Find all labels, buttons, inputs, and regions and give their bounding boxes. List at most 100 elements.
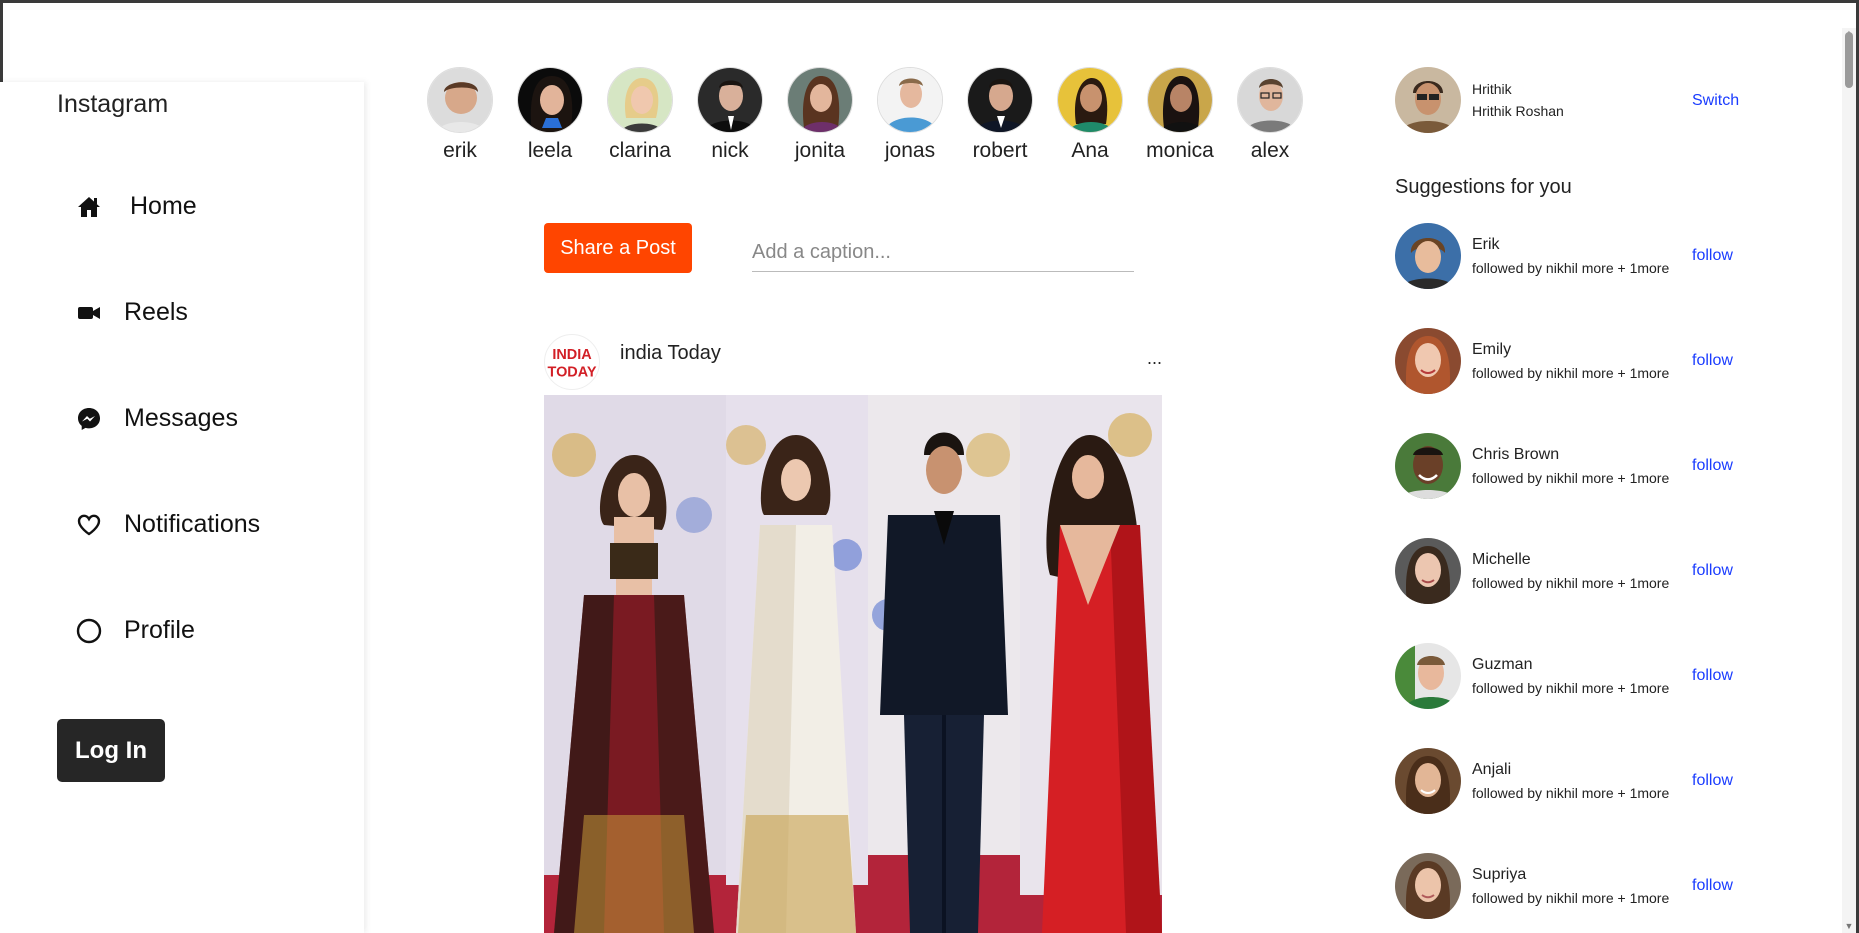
story-item[interactable]: Ana [1045, 67, 1135, 163]
follow-button[interactable]: follow [1692, 457, 1733, 475]
story-name: erik [443, 139, 477, 162]
avatar [1147, 67, 1213, 133]
follow-button[interactable]: follow [1692, 667, 1733, 685]
circle-icon [76, 618, 102, 644]
story-name: jonita [794, 139, 846, 162]
current-user: Hrithik Hrithik Roshan Switch [1395, 67, 1745, 133]
suggestion-item: Supriya followed by nikhil more + 1more … [1395, 853, 1745, 919]
current-username: Hrithik [1472, 81, 1512, 97]
avatar [427, 67, 493, 133]
suggestion-item: Emily followed by nikhil more + 1more fo… [1395, 328, 1745, 394]
avatar[interactable] [1395, 748, 1461, 814]
sidebar-item-reels[interactable]: Reels [76, 298, 188, 327]
current-fullname: Hrithik Roshan [1472, 103, 1564, 119]
avatar [967, 67, 1033, 133]
story-name: alex [1250, 139, 1290, 162]
sidebar-item-label: Profile [124, 616, 195, 644]
story-name: leela [527, 139, 573, 162]
story-item[interactable]: jonas [865, 67, 955, 163]
follow-button[interactable]: follow [1692, 352, 1733, 370]
suggestion-item: Guzman followed by nikhil more + 1more f… [1395, 643, 1745, 709]
brand-title: Instagram [57, 90, 169, 118]
share-post-button[interactable]: Share a Post [544, 223, 692, 273]
story-item[interactable]: monica [1135, 67, 1225, 163]
follow-button[interactable]: follow [1692, 877, 1733, 895]
avatar[interactable] [1395, 433, 1461, 499]
home-icon [76, 194, 102, 220]
login-button[interactable]: Log In [57, 719, 165, 782]
avatar [787, 67, 853, 133]
story-name: robert [972, 139, 1028, 162]
caption-input[interactable] [752, 234, 1134, 272]
story-item[interactable]: leela [505, 67, 595, 163]
sidebar-item-notifications[interactable]: Notifications [76, 510, 260, 539]
avatar [877, 67, 943, 133]
suggestion-name[interactable]: Supriya [1472, 866, 1526, 884]
avatar[interactable] [1395, 853, 1461, 919]
heart-icon [76, 512, 102, 538]
stories-bar: erik leela clarina nick jonita jonas rob… [415, 67, 1315, 163]
messenger-icon [76, 406, 102, 432]
suggestion-meta: followed by nikhil more + 1more [1472, 365, 1670, 381]
avatar [1057, 67, 1123, 133]
post-header: INDIA TODAY india Today ... [544, 334, 1162, 392]
suggestion-meta: followed by nikhil more + 1more [1472, 470, 1670, 486]
sidebar-item-profile[interactable]: Profile [76, 616, 195, 645]
suggestion-meta: followed by nikhil more + 1more [1472, 890, 1670, 906]
switch-account-link[interactable]: Switch [1692, 92, 1739, 110]
logo-text-line2: TODAY [548, 364, 597, 380]
story-name: monica [1146, 139, 1214, 162]
avatar [1237, 67, 1303, 133]
avatar[interactable] [1395, 328, 1461, 394]
story-item[interactable]: clarina [595, 67, 685, 163]
avatar[interactable] [1395, 643, 1461, 709]
post-image-panel [726, 395, 868, 933]
story-item[interactable]: alex [1225, 67, 1315, 163]
story-item[interactable]: erik [415, 67, 505, 163]
post-image-panel [868, 395, 1020, 933]
post-author[interactable]: india Today [620, 342, 721, 365]
suggestion-name[interactable]: Emily [1472, 341, 1511, 359]
sidebar-item-label: Messages [124, 404, 238, 432]
story-name: clarina [609, 139, 671, 162]
story-name: jonas [884, 139, 936, 162]
sidebar-item-label: Reels [124, 298, 188, 326]
video-camera-icon [76, 300, 102, 326]
suggestion-name[interactable]: Chris Brown [1472, 446, 1559, 464]
avatar[interactable] [1395, 223, 1461, 289]
suggestion-item: Chris Brown followed by nikhil more + 1m… [1395, 433, 1745, 499]
suggestion-meta: followed by nikhil more + 1more [1472, 260, 1670, 276]
story-item[interactable]: jonita [775, 67, 865, 163]
suggestion-name[interactable]: Michelle [1472, 551, 1531, 569]
vertical-scrollbar[interactable]: ▲ ▼ [1842, 28, 1856, 933]
post-image[interactable] [544, 395, 1162, 933]
post-image-panel [1020, 395, 1162, 933]
avatar[interactable] [1395, 67, 1461, 133]
sidebar-item-label: Home [130, 192, 197, 220]
sidebar-item-home[interactable]: Home [76, 192, 197, 221]
avatar [607, 67, 673, 133]
post-image-panel [544, 395, 726, 933]
follow-button[interactable]: follow [1692, 247, 1733, 265]
story-item[interactable]: nick [685, 67, 775, 163]
more-options-button[interactable]: ... [1147, 348, 1162, 369]
sidebar-item-messages[interactable]: Messages [76, 404, 238, 433]
avatar[interactable] [1395, 538, 1461, 604]
avatar [697, 67, 763, 133]
india-today-logo[interactable]: INDIA TODAY [544, 334, 600, 390]
scroll-down-arrow-icon[interactable]: ▼ [1842, 919, 1856, 933]
follow-button[interactable]: follow [1692, 772, 1733, 790]
sidebar-item-label: Notifications [124, 510, 261, 538]
scroll-thumb[interactable] [1845, 32, 1853, 88]
suggestion-meta: followed by nikhil more + 1more [1472, 680, 1670, 696]
suggestion-name[interactable]: Erik [1472, 236, 1500, 254]
suggestion-meta: followed by nikhil more + 1more [1472, 575, 1670, 591]
sidebar: Instagram Home Reels Messages Notificati… [0, 82, 364, 933]
suggestion-meta: followed by nikhil more + 1more [1472, 785, 1670, 801]
story-name: Ana [1071, 139, 1109, 162]
follow-button[interactable]: follow [1692, 562, 1733, 580]
avatar [517, 67, 583, 133]
suggestion-name[interactable]: Guzman [1472, 656, 1532, 674]
story-item[interactable]: robert [955, 67, 1045, 163]
suggestion-name[interactable]: Anjali [1472, 761, 1511, 779]
